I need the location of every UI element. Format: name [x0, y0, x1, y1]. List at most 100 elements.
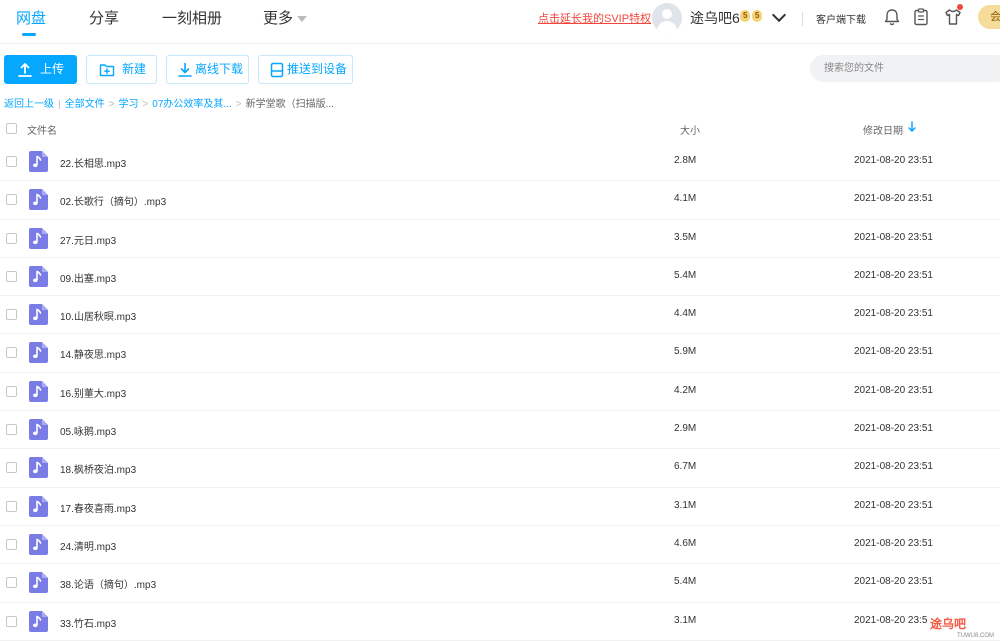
- vip-center-button[interactable]: 会: [978, 5, 1000, 29]
- file-size: 2.9M: [674, 423, 697, 435]
- table-row[interactable]: 22.长相思.mp3 2.8M 2021-08-20 23:51: [0, 143, 1000, 182]
- file-name[interactable]: 38.论语（摘句）.mp3: [60, 576, 156, 591]
- audio-file-icon: [29, 457, 48, 479]
- breadcrumb-item[interactable]: 07办公效率及其...: [152, 99, 231, 110]
- file-name[interactable]: 16.别董大.mp3: [60, 385, 126, 400]
- tab-netdisk[interactable]: 网盘: [16, 7, 46, 28]
- table-row[interactable]: 16.别董大.mp3 4.2M 2021-08-20 23:51: [0, 373, 1000, 412]
- column-header-name[interactable]: 文件名: [27, 122, 57, 137]
- file-name[interactable]: 17.春夜喜雨.mp3: [60, 500, 136, 515]
- file-size: 4.4M: [674, 308, 697, 320]
- row-checkbox[interactable]: [6, 577, 17, 589]
- row-checkbox[interactable]: [6, 347, 17, 359]
- breadcrumb-item[interactable]: 全部文件: [65, 99, 105, 110]
- tab-more[interactable]: 更多: [263, 7, 308, 28]
- push-to-device-label: 推送到设备: [287, 62, 348, 76]
- file-modified-date: 2021-08-20 23:51: [854, 155, 933, 166]
- table-row[interactable]: 09.出塞.mp3 5.4M 2021-08-20 23:51: [0, 258, 1000, 297]
- upload-icon: [18, 63, 32, 77]
- file-size: 3.5M: [674, 231, 697, 243]
- breadcrumb-item[interactable]: 学习: [118, 99, 138, 110]
- file-modified-date: 2021-08-20 23:51: [854, 384, 933, 396]
- search-input[interactable]: [810, 55, 1000, 82]
- row-checkbox[interactable]: [6, 385, 17, 397]
- row-checkbox[interactable]: [6, 538, 17, 550]
- clipboard-icon[interactable]: [910, 6, 932, 28]
- table-row[interactable]: 02.长歌行（摘句）.mp3 4.1M 2021-08-20 23:51: [0, 181, 1000, 220]
- file-name[interactable]: 10.山居秋暝.mp3: [60, 308, 136, 323]
- file-name[interactable]: 22.长相思.mp3: [60, 155, 126, 170]
- tab-more-label: 更多: [263, 10, 294, 27]
- file-name[interactable]: 24.清明.mp3: [60, 538, 116, 553]
- row-checkbox[interactable]: [6, 615, 17, 627]
- file-size: 3.1M: [674, 614, 697, 626]
- column-header-modified[interactable]: 修改日期: [863, 122, 903, 137]
- table-row[interactable]: 33.竹石.mp3 3.1M 2021-08-20 23:5: [0, 603, 1000, 641]
- file-size: 5.4M: [674, 576, 697, 588]
- file-name[interactable]: 05.咏鹅.mp3: [60, 423, 116, 438]
- row-checkbox[interactable]: [6, 194, 17, 206]
- new-folder-button[interactable]: 新建: [86, 55, 157, 84]
- file-modified-date: 2021-08-20 23:51: [854, 537, 933, 549]
- tab-share[interactable]: 分享: [89, 7, 119, 28]
- new-folder-icon: [99, 64, 115, 77]
- select-all-checkbox[interactable]: [6, 123, 17, 134]
- table-row[interactable]: 24.清明.mp3 4.6M 2021-08-20 23:51: [0, 526, 1000, 565]
- row-checkbox[interactable]: [6, 156, 17, 167]
- client-download-link[interactable]: 客户端下载: [816, 11, 866, 26]
- offline-download-button[interactable]: 离线下载: [166, 55, 249, 84]
- file-modified-date: 2021-08-20 23:51: [854, 423, 933, 435]
- user-menu-chevron-icon[interactable]: [771, 7, 787, 23]
- row-checkbox[interactable]: [6, 232, 17, 244]
- avatar[interactable]: [652, 3, 682, 33]
- audio-file-icon: [29, 227, 48, 249]
- audio-file-icon: [29, 342, 48, 364]
- table-row[interactable]: 27.元日.mp3 3.5M 2021-08-20 23:51: [0, 220, 1000, 258]
- breadcrumb-separator: >: [142, 99, 149, 110]
- table-row[interactable]: 14.静夜思.mp3 5.9M 2021-08-20 23:51: [0, 334, 1000, 373]
- breadcrumb-current: 新学堂歌（扫描版...: [245, 99, 334, 110]
- row-checkbox[interactable]: [6, 500, 17, 512]
- table-row[interactable]: 18.枫桥夜泊.mp3 6.7M 2021-08-20 23:51: [0, 449, 1000, 488]
- row-checkbox[interactable]: [6, 309, 17, 321]
- username[interactable]: 途乌吧6: [690, 8, 740, 28]
- table-row[interactable]: 38.论语（摘句）.mp3 5.4M 2021-08-20 23:51: [0, 564, 1000, 603]
- file-modified-date: 2021-08-20 23:51: [854, 193, 933, 205]
- file-name[interactable]: 18.枫桥夜泊.mp3: [60, 461, 136, 476]
- file-name[interactable]: 09.出塞.mp3: [60, 270, 116, 285]
- bell-icon[interactable]: [881, 6, 903, 28]
- file-name[interactable]: 27.元日.mp3: [60, 232, 116, 247]
- row-checkbox[interactable]: [6, 462, 17, 474]
- push-to-device-button[interactable]: 推送到设备: [258, 55, 353, 84]
- column-header-size[interactable]: 大小: [680, 122, 700, 137]
- file-modified-date: 2021-08-20 23:51: [854, 499, 933, 511]
- breadcrumb-separator: >: [108, 99, 115, 110]
- file-size: 5.9M: [674, 346, 697, 358]
- table-row[interactable]: 10.山居秋暝.mp3 4.4M 2021-08-20 23:51: [0, 296, 1000, 335]
- upload-button[interactable]: 上传: [4, 55, 77, 84]
- sort-descending-icon[interactable]: [907, 121, 917, 133]
- notification-dot: [957, 4, 963, 10]
- avatar-body: [657, 21, 677, 33]
- file-size: 5.4M: [674, 269, 697, 281]
- svip-level-badge: 5: [752, 10, 763, 22]
- chevron-down-icon: [297, 16, 308, 23]
- audio-file-icon: [29, 419, 48, 441]
- file-modified-date: 2021-08-20 23:5: [854, 614, 928, 626]
- vip-level-badge: 5: [740, 10, 751, 22]
- row-checkbox[interactable]: [6, 270, 17, 282]
- svip-renew-link[interactable]: 点击延长我的SVIP特权: [538, 10, 651, 26]
- avatar-head: [662, 9, 672, 19]
- row-checkbox[interactable]: [6, 424, 17, 436]
- file-size: 3.1M: [674, 499, 697, 511]
- file-name[interactable]: 33.竹石.mp3: [60, 615, 116, 630]
- audio-file-icon: [29, 189, 48, 211]
- new-folder-label: 新建: [122, 62, 147, 76]
- tab-moment-album[interactable]: 一刻相册: [162, 7, 222, 28]
- table-row[interactable]: 17.春夜喜雨.mp3 3.1M 2021-08-20 23:51: [0, 488, 1000, 526]
- table-row[interactable]: 05.咏鹅.mp3 2.9M 2021-08-20 23:51: [0, 411, 1000, 450]
- file-name[interactable]: 02.长歌行（摘句）.mp3: [60, 193, 166, 208]
- file-name[interactable]: 14.静夜思.mp3: [60, 346, 126, 361]
- file-modified-date: 2021-08-20 23:51: [854, 576, 933, 588]
- breadcrumb-back[interactable]: 返回上一级: [4, 99, 54, 110]
